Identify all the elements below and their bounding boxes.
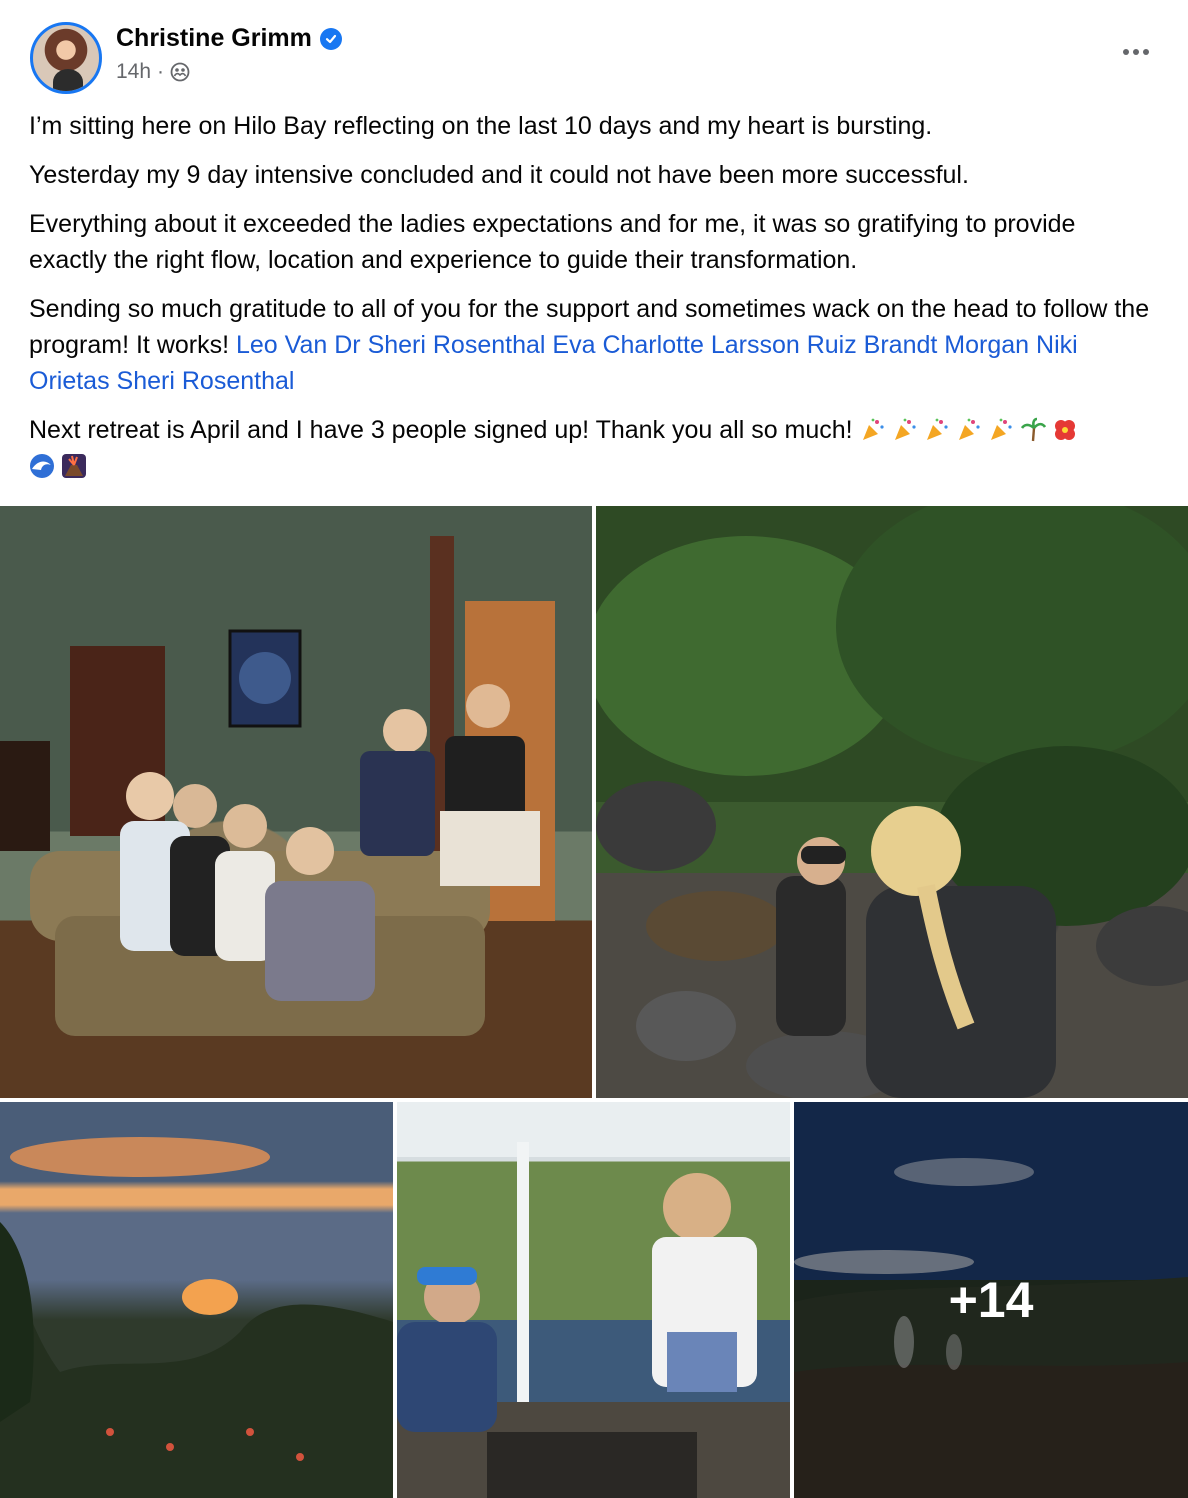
party-popper-icon [958, 418, 980, 440]
dot-icon [1123, 49, 1129, 55]
author-name[interactable]: Christine Grimm [116, 24, 312, 53]
palm-tree-icon [1020, 417, 1046, 442]
verified-badge-icon [319, 27, 342, 50]
party-popper-icon [862, 418, 884, 440]
photo-grid: +14 [0, 506, 1188, 1498]
wave-icon [30, 454, 54, 478]
friends-icon[interactable] [170, 62, 190, 82]
dot-icon [1133, 49, 1139, 55]
post-meta: 14h · [116, 60, 190, 84]
post-paragraph-emojis: Next retreat is April and I have 3 peopl… [29, 412, 1159, 484]
post-body: I’m sitting here on Hilo Bay reflecting … [29, 108, 1159, 497]
post-paragraph: I’m sitting here on Hilo Bay reflecting … [29, 112, 933, 140]
photo-illustration [596, 506, 1188, 1098]
post-paragraph: Yesterday my 9 day intensive concluded a… [29, 161, 969, 189]
post-time[interactable]: 14h [116, 60, 151, 84]
volcano-icon [62, 454, 86, 478]
photo-illustration [397, 1102, 790, 1498]
post-card: Christine Grimm 14h · I’m sitting here o… [0, 0, 1188, 1498]
mention-link[interactable]: Dr Sheri Rosenthal [334, 331, 545, 359]
author-avatar[interactable] [30, 22, 102, 94]
party-popper-icon [926, 418, 948, 440]
post-header: Christine Grimm 14h · [0, 0, 1188, 110]
photo-illustration [0, 536, 555, 1036]
party-popper-icon [990, 418, 1012, 440]
paragraph-text: Next retreat is April and I have 3 peopl… [29, 416, 860, 444]
mention-link[interactable]: Eva Charlotte Larsson Ruiz Brandt [552, 331, 937, 359]
hibiscus-icon [1054, 420, 1075, 440]
dot-icon [1143, 49, 1149, 55]
photo-creek-hike[interactable] [596, 506, 1188, 1098]
post-paragraph: Everything about it exceeded the ladies … [29, 210, 1076, 274]
photo-porch-gathering[interactable] [397, 1102, 790, 1498]
mention-link[interactable]: Leo Van [236, 331, 327, 359]
party-popper-icon [894, 418, 916, 440]
photo-group-on-couch[interactable] [0, 506, 592, 1098]
mention-link[interactable]: Sheri Rosenthal [117, 367, 295, 395]
more-options-button[interactable] [1118, 38, 1154, 66]
more-photos-overlay[interactable]: +14 [794, 1102, 1188, 1498]
more-photos-count: +14 [948, 1272, 1034, 1328]
author-row: Christine Grimm [116, 24, 342, 53]
photo-illustration [0, 1137, 393, 1498]
meta-separator: · [157, 60, 165, 83]
photo-steam-vents[interactable]: +14 [794, 1102, 1188, 1498]
post-paragraph-mentions: Sending so much gratitude to all of you … [29, 291, 1159, 399]
photo-sunset-trees[interactable] [0, 1102, 393, 1498]
